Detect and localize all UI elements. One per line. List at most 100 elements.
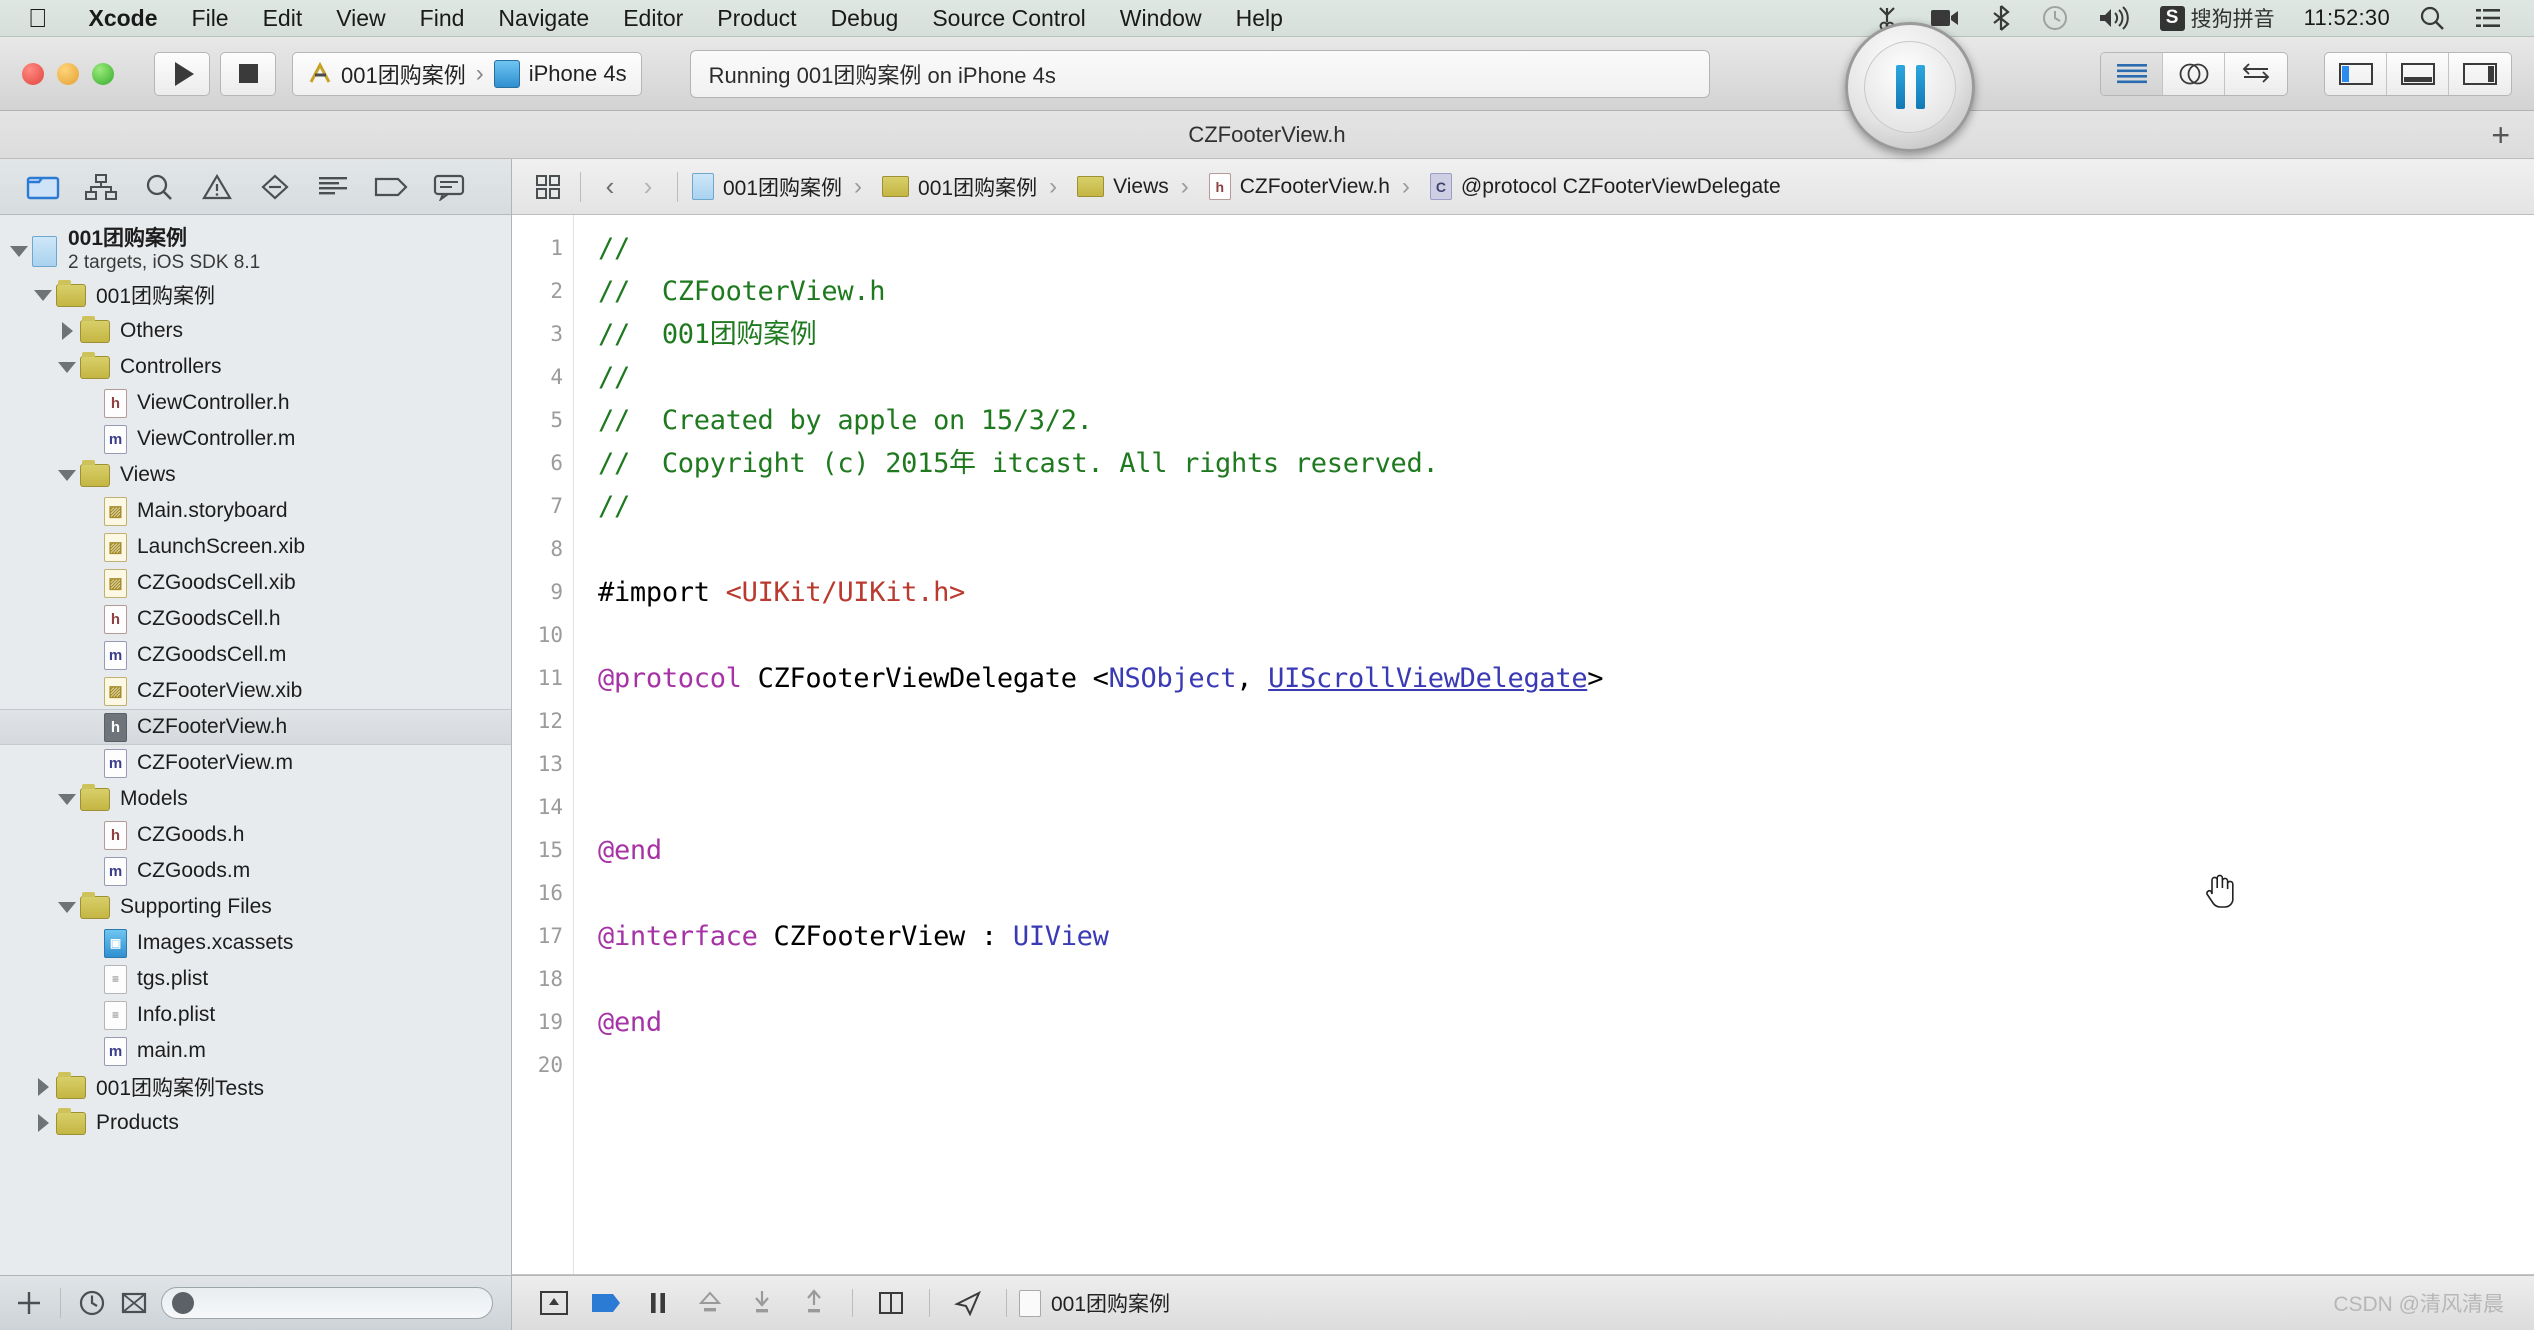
code-line[interactable]: @interface CZFooterView : UIView: [598, 915, 2534, 958]
filter-source-icon[interactable]: [113, 1288, 155, 1318]
navigator-row[interactable]: 001团购案例: [0, 277, 511, 313]
volume-icon[interactable]: [2083, 6, 2145, 30]
hide-debug-area-icon[interactable]: [528, 1289, 580, 1317]
code-editor[interactable]: 1 2 3 4 5 6 7 8 9 10 11 12 13 14 15 16 17 18 19 20 //// CZF…: [512, 215, 2534, 1275]
navigator-row[interactable]: m CZGoodsCell.m: [0, 637, 511, 673]
notification-center-icon[interactable]: [2460, 7, 2516, 29]
bluetooth-icon[interactable]: [1975, 5, 2027, 31]
code-line[interactable]: // 001团购案例: [598, 313, 2534, 356]
menu-item-edit[interactable]: Edit: [246, 5, 320, 32]
code-line[interactable]: //: [598, 485, 2534, 528]
code-line[interactable]: [598, 958, 2534, 1001]
continue-program-icon[interactable]: [580, 1290, 632, 1316]
navigator-row[interactable]: ≡ Info.plist: [0, 997, 511, 1033]
menu-item-source-control[interactable]: Source Control: [915, 5, 1102, 32]
navigator-row[interactable]: h ViewController.h: [0, 385, 511, 421]
related-items-icon[interactable]: [526, 173, 570, 201]
navigator-row[interactable]: Products: [0, 1105, 511, 1141]
navigator-row[interactable]: m CZGoods.m: [0, 853, 511, 889]
scheme-selector[interactable]: 001团购案例 › iPhone 4s: [292, 51, 642, 96]
plus-icon[interactable]: [8, 1288, 50, 1318]
code-line[interactable]: [598, 1044, 2534, 1087]
spotlight-search-icon[interactable]: [2404, 5, 2460, 31]
code-line[interactable]: [598, 743, 2534, 786]
zoom-window-button[interactable]: [92, 62, 114, 85]
code-line[interactable]: [598, 614, 2534, 657]
minimize-window-button[interactable]: [57, 62, 79, 85]
code-line[interactable]: @protocol CZFooterViewDelegate <NSObject…: [598, 657, 2534, 700]
apple-logo-icon[interactable]: : [0, 5, 72, 31]
code-line[interactable]: //: [598, 356, 2534, 399]
project-navigator-tab[interactable]: [14, 173, 72, 201]
toggle-debug-area-button[interactable]: [2387, 52, 2449, 95]
disclosure-triangle-collapsed-icon[interactable]: [30, 1078, 56, 1096]
code-line[interactable]: [598, 700, 2534, 743]
standard-editor-button[interactable]: [2101, 52, 2163, 95]
disclosure-triangle-collapsed-icon[interactable]: [54, 322, 80, 340]
version-editor-button[interactable]: [2225, 53, 2287, 95]
navigator-row[interactable]: h CZGoodsCell.h: [0, 601, 511, 637]
step-over-icon[interactable]: [684, 1289, 736, 1317]
navigator-row[interactable]: ▣ Images.xcassets: [0, 925, 511, 961]
disclosure-triangle-collapsed-icon[interactable]: [30, 1114, 56, 1132]
navigator-row[interactable]: h CZFooterView.h: [0, 709, 511, 745]
code-line[interactable]: #import <UIKit/UIKit.h>: [598, 571, 2534, 614]
filter-text-field[interactable]: [194, 1291, 492, 1315]
navigator-row[interactable]: 001团购案例Tests: [0, 1069, 511, 1105]
assistant-editor-button[interactable]: [2163, 52, 2225, 95]
navigator-row[interactable]: Controllers: [0, 349, 511, 385]
code-line[interactable]: // Created by apple on 15/3/2.: [598, 399, 2534, 442]
navigator-row[interactable]: Models: [0, 781, 511, 817]
issue-navigator-tab[interactable]: [188, 173, 246, 201]
navigator-row[interactable]: ▨ LaunchScreen.xib: [0, 529, 511, 565]
code-line[interactable]: @end: [598, 829, 2534, 872]
breadcrumb-file[interactable]: h CZFooterView.h ›: [1205, 173, 1426, 201]
project-navigator-tree[interactable]: 001团购案例 2 targets, iOS SDK 8.1 001团购案例 Othe…: [0, 215, 511, 1275]
symbol-navigator-tab[interactable]: [72, 173, 130, 201]
code-line[interactable]: //: [598, 227, 2534, 270]
navigator-row[interactable]: ▨ CZFooterView.xib: [0, 673, 511, 709]
screen-recording-pause-button[interactable]: [1845, 22, 1975, 152]
navigator-row[interactable]: ≡ tgs.plist: [0, 961, 511, 997]
toggle-utilities-button[interactable]: [2449, 53, 2511, 95]
report-navigator-tab[interactable]: [420, 173, 478, 201]
input-method-indicator[interactable]: S 搜狗拼音: [2145, 3, 2290, 33]
breakpoint-navigator-tab[interactable]: [362, 174, 420, 200]
stop-button[interactable]: [220, 51, 276, 96]
time-machine-icon[interactable]: [2027, 5, 2083, 31]
navigator-row[interactable]: Supporting Files: [0, 889, 511, 925]
debug-process-item[interactable]: 001团购案例: [1019, 1288, 1170, 1318]
clock-recent-icon[interactable]: [71, 1288, 113, 1318]
navigator-row[interactable]: m ViewController.m: [0, 421, 511, 457]
menu-item-help[interactable]: Help: [1219, 5, 1300, 32]
step-into-icon[interactable]: [736, 1289, 788, 1317]
test-navigator-tab[interactable]: [246, 173, 304, 201]
disclosure-triangle-expanded-icon[interactable]: [54, 361, 80, 373]
debug-navigator-tab[interactable]: [304, 173, 362, 201]
menu-item-view[interactable]: View: [319, 5, 402, 32]
menu-item-find[interactable]: Find: [403, 5, 482, 32]
active-tab-title[interactable]: CZFooterView.h: [1188, 122, 1345, 148]
navigator-row[interactable]: m CZFooterView.m: [0, 745, 511, 781]
disclosure-triangle-expanded-icon[interactable]: [54, 469, 80, 481]
pause-program-icon[interactable]: [632, 1290, 684, 1316]
code-line[interactable]: // CZFooterView.h: [598, 270, 2534, 313]
navigator-row[interactable]: Others: [0, 313, 511, 349]
menu-item-navigate[interactable]: Navigate: [481, 5, 606, 32]
menu-item-debug[interactable]: Debug: [814, 5, 916, 32]
code-token[interactable]: UIScrollViewDelegate: [1268, 663, 1587, 694]
view-debugging-icon[interactable]: [865, 1289, 917, 1317]
code-line[interactable]: @end: [598, 1001, 2534, 1044]
navigator-row[interactable]: ▨ Main.storyboard: [0, 493, 511, 529]
toggle-navigator-button[interactable]: [2325, 52, 2387, 95]
disclosure-triangle-expanded-icon[interactable]: [30, 289, 56, 301]
menu-item-file[interactable]: File: [175, 5, 246, 32]
disclosure-triangle-expanded-icon[interactable]: [54, 901, 80, 913]
filter-input[interactable]: [161, 1287, 493, 1319]
menu-bar-clock[interactable]: 11:52:30: [2290, 5, 2404, 31]
menu-item-xcode[interactable]: Xcode: [72, 5, 175, 32]
navigator-row[interactable]: h CZGoods.h: [0, 817, 511, 853]
disclosure-triangle-expanded-icon[interactable]: [54, 793, 80, 805]
breadcrumb-project[interactable]: 001团购案例 ›: [688, 172, 878, 202]
code-line[interactable]: [598, 528, 2534, 571]
